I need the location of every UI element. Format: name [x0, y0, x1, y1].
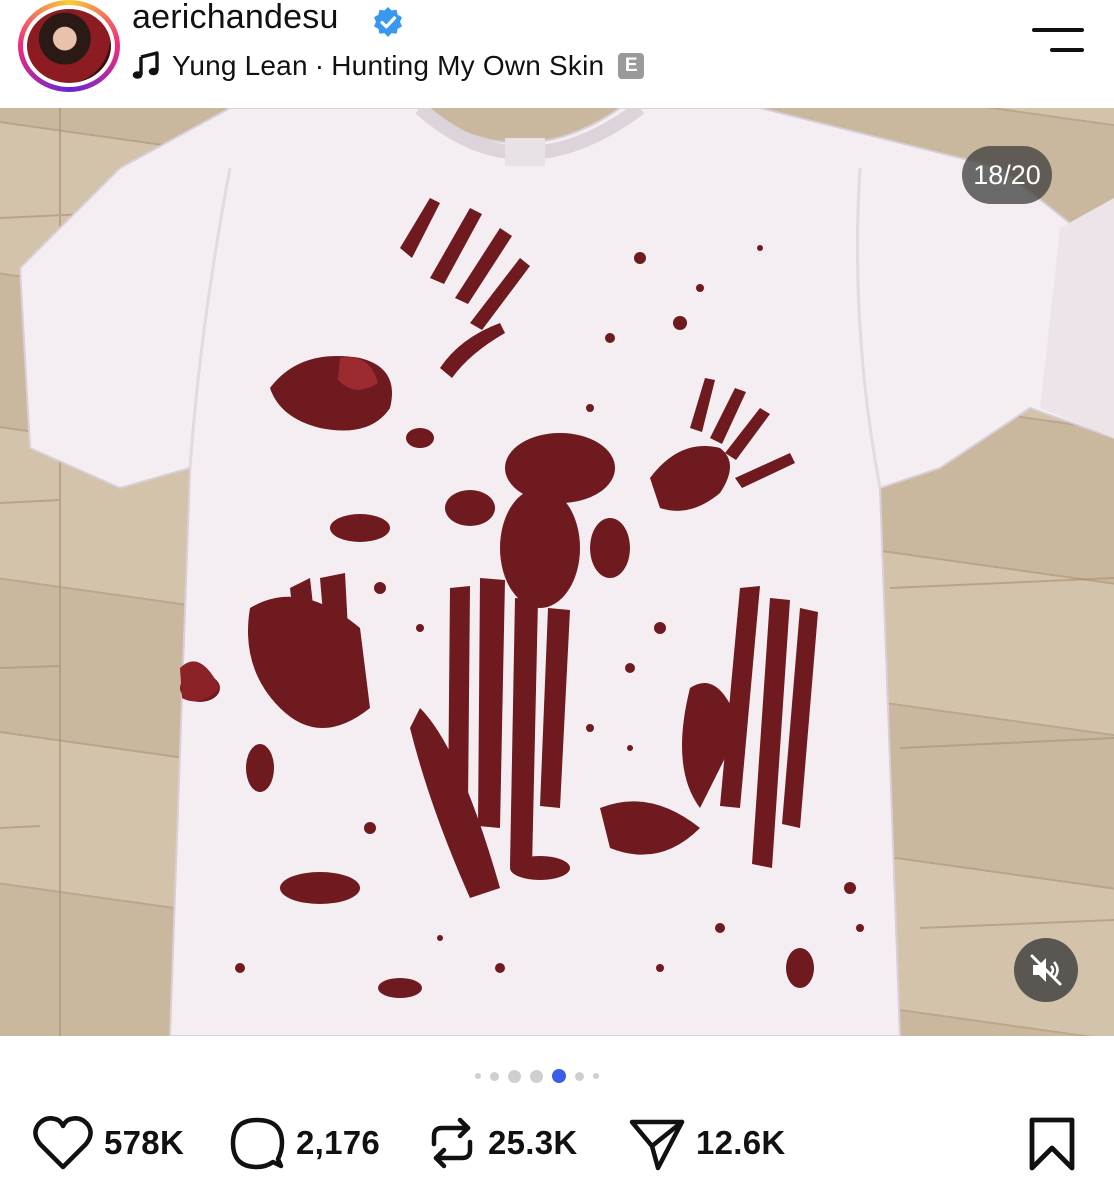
comment-bubble-icon — [230, 1117, 285, 1170]
carousel-counter: 18/20 — [962, 146, 1052, 204]
carousel-indicator — [475, 1066, 599, 1086]
carousel-dot — [475, 1073, 481, 1079]
music-attribution[interactable]: Yung Lean · Hunting My Own Skin E — [132, 48, 645, 84]
comment-button[interactable]: 2,176 — [228, 1108, 380, 1178]
story-ring[interactable] — [18, 0, 120, 92]
send-icon — [629, 1119, 685, 1171]
like-count: 578K — [104, 1124, 185, 1161]
avatar[interactable] — [23, 5, 115, 87]
bookmark-icon[interactable] — [1026, 1116, 1078, 1172]
repost-count: 25.3K — [488, 1124, 578, 1161]
carousel-dot-active — [552, 1069, 566, 1083]
carousel-dot — [575, 1071, 584, 1081]
post-actions: 578K 2,176 25.3K 12.6K — [0, 1108, 1114, 1178]
username[interactable]: aerichandesu — [132, 0, 339, 37]
share-button[interactable]: 12.6K — [628, 1108, 786, 1178]
like-button[interactable]: 578K — [32, 1108, 184, 1178]
mute-button[interactable] — [1014, 938, 1078, 1002]
comment-count: 2,176 — [296, 1124, 381, 1161]
explicit-badge: E — [618, 53, 645, 79]
post-photo[interactable]: 18/20 — [0, 108, 1114, 1036]
heart-icon — [33, 1116, 93, 1170]
post-header: aerichandesu Yung Lean · Hunting My Own … — [0, 0, 1114, 108]
verified-badge-icon — [374, 7, 402, 37]
music-note-icon — [132, 51, 159, 79]
carousel-dot — [490, 1071, 499, 1081]
stained-tshirt-image — [0, 108, 1114, 1036]
share-count: 12.6K — [696, 1124, 786, 1161]
music-song-title: Hunting My Own Skin — [331, 50, 605, 81]
menu-icon[interactable] — [1032, 22, 1084, 56]
carousel-dot — [530, 1069, 543, 1083]
carousel-dot — [508, 1069, 521, 1083]
music-artist: Yung Lean — [172, 50, 308, 81]
repost-icon — [431, 1117, 473, 1169]
music-separator: · — [314, 50, 325, 81]
speaker-muted-icon — [1030, 954, 1062, 986]
repost-button[interactable]: 25.3K — [426, 1108, 578, 1178]
carousel-dot — [593, 1073, 599, 1079]
